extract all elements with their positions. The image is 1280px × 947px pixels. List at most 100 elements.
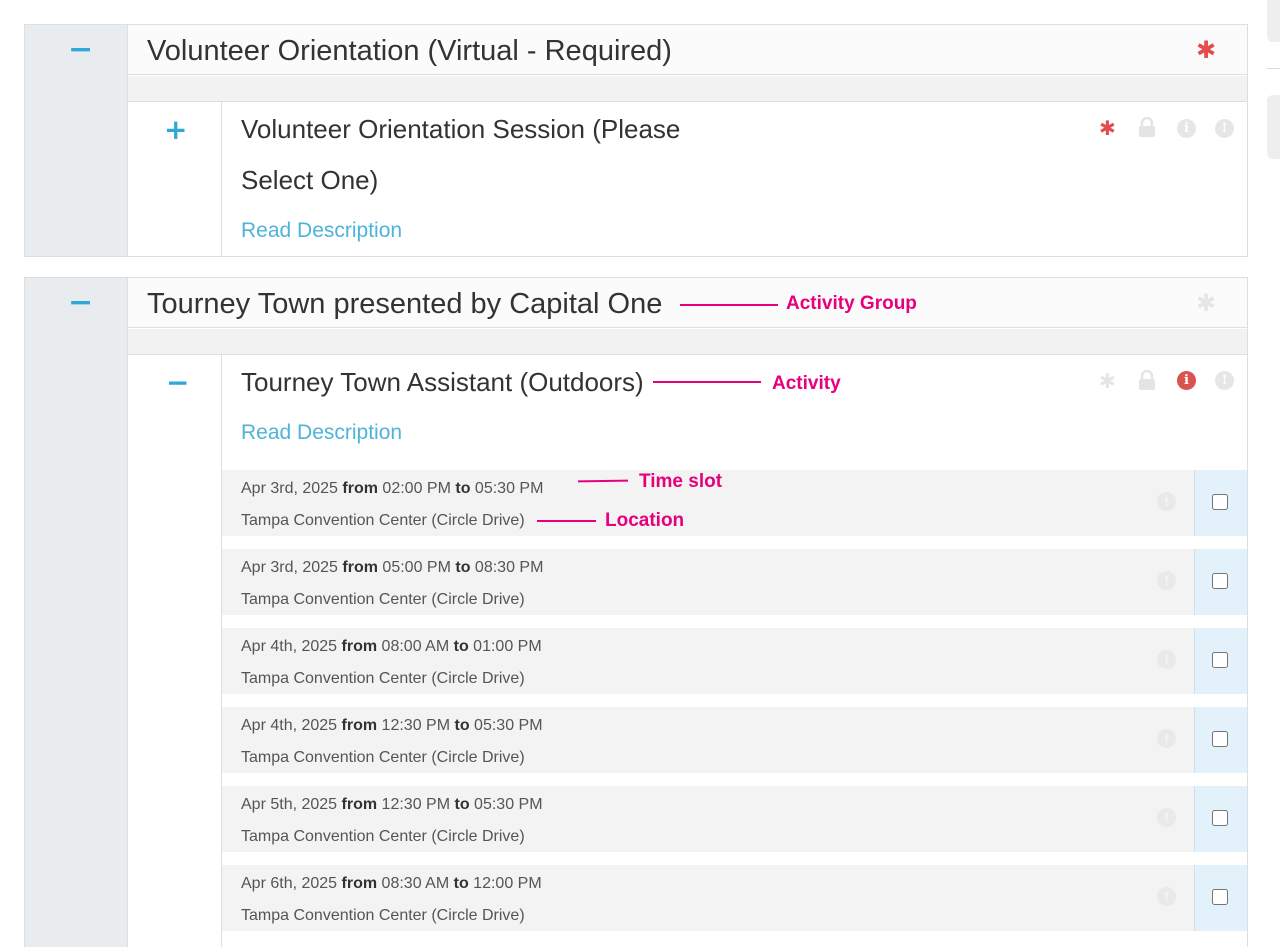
slot-from-word: from [341, 875, 378, 892]
exclamation-icon: ! [1157, 808, 1176, 827]
slot-to-word: to [455, 559, 471, 576]
slot-select-cell[interactable] [1194, 470, 1247, 536]
exclamation-icon: ! [1215, 371, 1234, 390]
collapse-group-button[interactable]: − [68, 288, 93, 318]
exclamation-icon: ! [1157, 650, 1176, 669]
slot-select-cell[interactable] [1194, 865, 1247, 931]
activity-title-line-1: Volunteer Orientation Session (Please [241, 114, 681, 144]
group-title: Tourney Town presented by Capital One [147, 288, 663, 320]
time-slot-text: Apr 4th, 2025 from 12:30 PM to 05:30 PM [241, 717, 543, 735]
slot-location: Tampa Convention Center (Circle Drive) [241, 512, 525, 529]
slot-end-time: 08:30 PM [474, 559, 544, 576]
slot-select-checkbox[interactable] [1212, 652, 1228, 668]
asterisk-icon: ✱ [1196, 289, 1217, 317]
info-icon[interactable]: i [1177, 119, 1196, 138]
activity-toggle-column: − [128, 355, 222, 947]
activity-toggle-column: + [128, 102, 222, 256]
slot-from-word: from [342, 480, 378, 497]
group-toggle-column: − [25, 25, 128, 256]
slot-select-checkbox[interactable] [1212, 573, 1228, 589]
scrollbar-track-top[interactable] [1267, 0, 1280, 42]
slot-start-time: 12:30 PM [381, 796, 451, 813]
slot-from-word: from [341, 717, 378, 734]
slot-end-time: 05:30 PM [474, 796, 543, 813]
slot-select-cell[interactable] [1194, 707, 1247, 773]
slot-date: Apr 5th, 2025 [241, 796, 338, 813]
activity-group-orientation: − Volunteer Orientation (Virtual - Requi… [24, 24, 1248, 257]
slot-location: Tampa Convention Center (Circle Drive) [241, 591, 525, 608]
slot-location: Tampa Convention Center (Circle Drive) [241, 907, 525, 924]
slot-select-cell[interactable] [1194, 549, 1247, 615]
slot-date: Apr 4th, 2025 [241, 638, 338, 655]
slot-select-checkbox[interactable] [1212, 494, 1228, 510]
slot-select-cell[interactable] [1194, 786, 1247, 852]
slot-select-checkbox[interactable] [1212, 889, 1228, 905]
time-slot-row: Apr 4th, 2025 from 08:00 AM to 01:00 PM T… [222, 628, 1247, 694]
slot-end-time: 12:00 PM [473, 875, 542, 892]
slot-start-time: 12:30 PM [381, 717, 451, 734]
read-description-link[interactable]: Read Description [241, 219, 402, 243]
annotation-activity-group: Activity Group [786, 293, 917, 314]
annotation-time-slot: Time slot [639, 471, 723, 492]
volunteer-signup-page: − Volunteer Orientation (Virtual - Requi… [0, 0, 1280, 947]
group-header: Tourney Town presented by Capital One ✱ [128, 278, 1247, 328]
scrollbar-thumb[interactable] [1267, 95, 1280, 159]
time-slot-row: Apr 3rd, 2025 from 05:00 PM to 08:30 PM T… [222, 549, 1247, 615]
slot-to-word: to [455, 480, 471, 497]
slot-from-word: from [341, 796, 378, 813]
slot-location: Tampa Convention Center (Circle Drive) [241, 670, 525, 687]
exclamation-icon: ! [1157, 887, 1176, 906]
asterisk-icon: ✱ [1196, 36, 1217, 64]
annotation-pointer-line [653, 381, 761, 383]
asterisk-icon: ✱ [1099, 369, 1116, 393]
lock-icon [1138, 117, 1156, 137]
activity-orientation-session: + Volunteer Orientation Session (Please … [128, 102, 1247, 256]
slot-start-time: 02:00 PM [382, 480, 451, 497]
expand-activity-button[interactable]: + [164, 116, 187, 144]
exclamation-icon: ! [1157, 571, 1176, 590]
exclamation-icon: ! [1215, 119, 1234, 138]
slot-to-word: to [453, 638, 469, 655]
group-title: Volunteer Orientation (Virtual - Require… [147, 35, 672, 67]
slot-end-time: 05:30 PM [474, 717, 543, 734]
info-icon[interactable]: i [1177, 371, 1196, 390]
time-slot-row: Apr 4th, 2025 from 12:30 PM to 05:30 PM T… [222, 707, 1247, 773]
annotation-pointer-line [680, 304, 778, 306]
group-band [128, 76, 1247, 102]
time-slot-text: Apr 5th, 2025 from 12:30 PM to 05:30 PM [241, 796, 543, 814]
collapse-activity-button[interactable]: − [166, 369, 189, 397]
collapse-group-button[interactable]: − [68, 35, 93, 65]
exclamation-icon: ! [1157, 492, 1176, 511]
asterisk-icon: ✱ [1099, 116, 1116, 140]
slot-select-cell[interactable] [1194, 628, 1247, 694]
activity-body: Volunteer Orientation Session (Please Se… [223, 102, 1247, 256]
group-header: Volunteer Orientation (Virtual - Require… [128, 25, 1247, 75]
slot-select-checkbox[interactable] [1212, 731, 1228, 747]
time-slot-text: Apr 4th, 2025 from 08:00 AM to 01:00 PM [241, 638, 542, 656]
slot-start-time: 08:00 AM [381, 638, 450, 655]
slot-to-word: to [453, 875, 469, 892]
slot-date: Apr 4th, 2025 [241, 717, 338, 734]
slot-to-word: to [454, 717, 470, 734]
scrollbar-divider [1267, 68, 1280, 69]
activity-title-line-2: Select One) [241, 165, 379, 195]
slot-date: Apr 3rd, 2025 [241, 559, 338, 576]
group-toggle-column: − [25, 278, 128, 947]
time-slot-row: Apr 5th, 2025 from 12:30 PM to 05:30 PM T… [222, 786, 1247, 852]
slot-start-time: 08:30 AM [381, 875, 450, 892]
time-slot-text: Apr 3rd, 2025 from 05:00 PM to 08:30 PM [241, 559, 543, 577]
slot-location: Tampa Convention Center (Circle Drive) [241, 749, 525, 766]
slot-location: Tampa Convention Center (Circle Drive) [241, 828, 525, 845]
exclamation-icon: ! [1157, 729, 1176, 748]
read-description-link[interactable]: Read Description [241, 421, 402, 445]
time-slot-row: Apr 6th, 2025 from 08:30 AM to 12:00 PM T… [222, 865, 1247, 931]
slot-date: Apr 6th, 2025 [241, 875, 338, 892]
group-band [128, 329, 1247, 355]
slot-select-checkbox[interactable] [1212, 810, 1228, 826]
slot-from-word: from [341, 638, 378, 655]
annotation-location: Location [605, 510, 685, 531]
annotation-activity: Activity [772, 373, 841, 394]
activity-title: Tourney Town Assistant (Outdoors) [241, 367, 644, 397]
slot-date: Apr 3rd, 2025 [241, 480, 338, 497]
annotation-pointer-line [537, 520, 596, 522]
